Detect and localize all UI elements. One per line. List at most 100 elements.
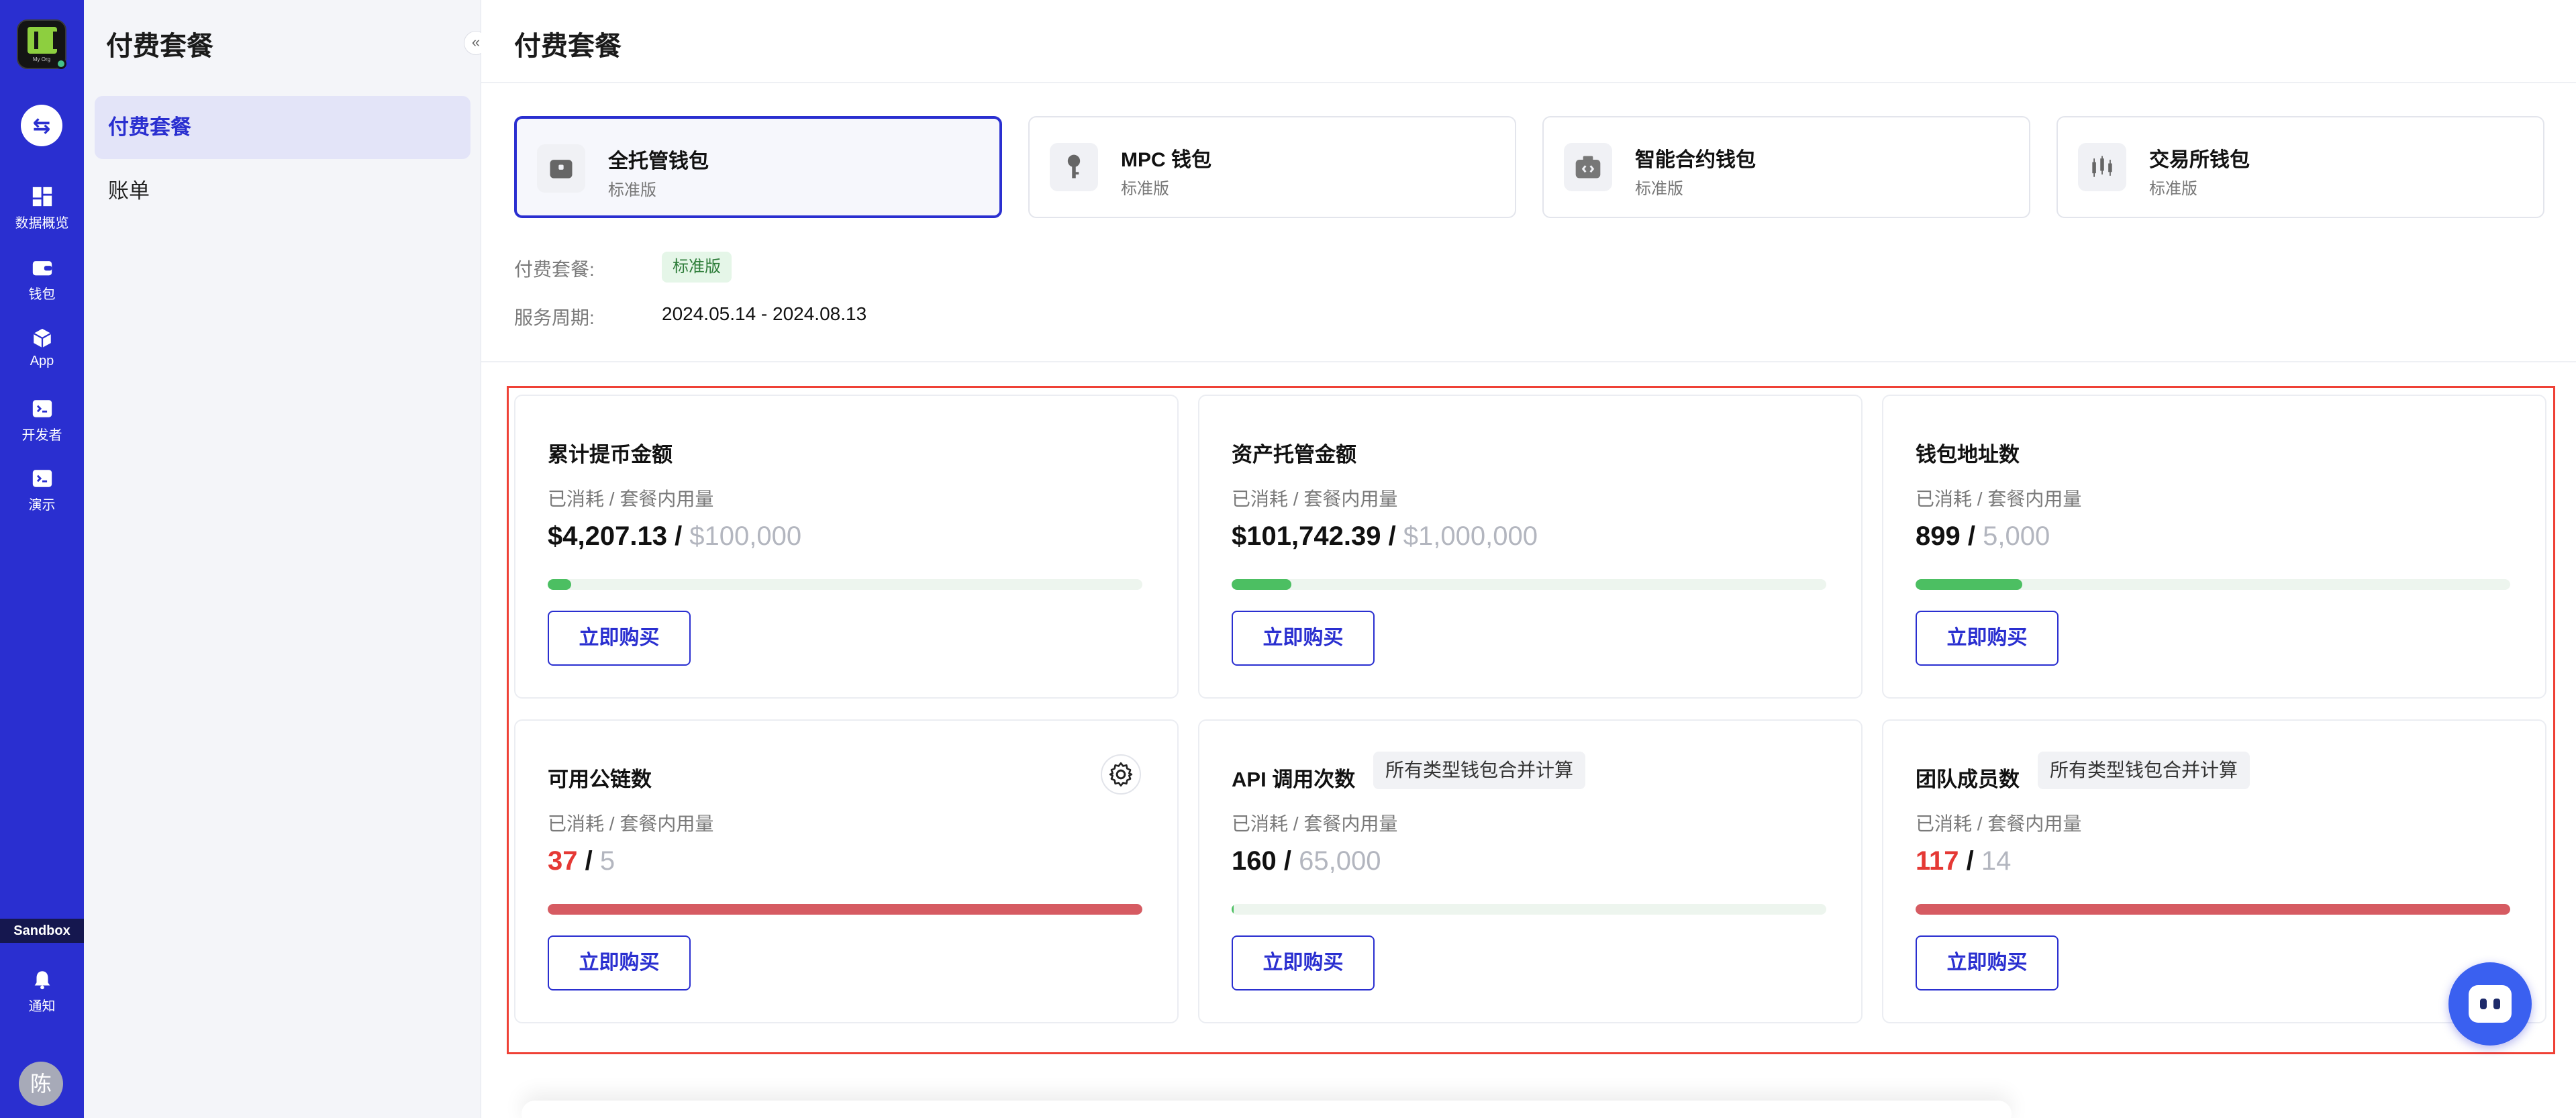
used-amount: 117 — [1916, 846, 1959, 876]
wallet-tab-edition: 标准版 — [1635, 180, 1683, 198]
rail-item-notifications[interactable]: 通知 — [0, 968, 84, 1015]
usage-progress-fill — [1916, 904, 2510, 915]
usage-card-custody-assets: 资产托管金额 已消耗 / 套餐内用量 $101,742.39 / $1,000,… — [1198, 395, 1863, 699]
rail-item-label: 钱包 — [28, 287, 56, 302]
logo-mark-icon — [28, 27, 57, 54]
assistant-bot-button[interactable] — [2448, 962, 2532, 1046]
tab-exchange-wallet[interactable]: 交易所钱包 标准版 — [2057, 116, 2544, 218]
key-icon — [1050, 143, 1098, 191]
page-title: 付费套餐 — [514, 32, 622, 61]
chain-settings-button[interactable] — [1101, 754, 1141, 795]
wallet-tab-name: 全托管钱包 — [608, 150, 709, 172]
buy-now-button[interactable]: 立即购买 — [1232, 611, 1375, 666]
separator: / — [1959, 846, 1981, 876]
app-rail: My Org ⇆ 数据概览 钱包 App 开发者 演示 Sandbox 通知 陈 — [0, 0, 84, 1118]
online-status-dot — [56, 58, 66, 69]
usage-value: 160 / 65,000 — [1232, 846, 1381, 876]
rail-item-demo[interactable]: 演示 — [0, 467, 84, 513]
usage-progress-fill — [1232, 579, 1291, 590]
plan-badge: 标准版 — [662, 252, 732, 283]
limit-amount: $1,000,000 — [1403, 521, 1538, 551]
card-subtitle: 已消耗 / 套餐内用量 — [1916, 813, 2082, 834]
usage-progress-fill — [1916, 579, 2023, 590]
buy-now-button[interactable]: 立即购买 — [1232, 935, 1375, 990]
limit-amount: 14 — [1981, 846, 2012, 876]
rail-item-wallet[interactable]: 钱包 — [0, 256, 84, 303]
used-amount: $101,742.39 — [1232, 521, 1381, 551]
card-subtitle: 已消耗 / 套餐内用量 — [1232, 489, 1398, 509]
tab-smart-contract-wallet[interactable]: 智能合约钱包 标准版 — [1542, 116, 2030, 218]
subnav-item-plans[interactable]: 付费套餐 — [95, 96, 470, 159]
buy-now-button[interactable]: 立即购买 — [548, 611, 691, 666]
usage-value: $101,742.39 / $1,000,000 — [1232, 521, 1538, 552]
usage-progress-bar — [1916, 904, 2510, 915]
usage-value: 37 / 5 — [548, 846, 615, 876]
org-logo[interactable]: My Org — [17, 19, 66, 69]
limit-amount: 5 — [599, 846, 615, 876]
used-amount: 160 — [1232, 846, 1277, 876]
rail-item-label: 开发者 — [21, 428, 62, 443]
card-title: 钱包地址数 — [1916, 443, 2020, 466]
usage-card-api-calls: API 调用次数 所有类型钱包合并计算 已消耗 / 套餐内用量 160 / 65… — [1198, 719, 1863, 1023]
rail-item-label: 通知 — [28, 999, 56, 1014]
usage-progress-bar — [548, 904, 1142, 915]
sandbox-badge: Sandbox — [0, 919, 84, 943]
rail-item-label: 演示 — [28, 498, 56, 513]
usage-progress-fill — [548, 904, 1142, 915]
used-amount: $4,207.13 — [548, 521, 667, 551]
combined-calc-tag: 所有类型钱包合并计算 — [2038, 752, 2250, 789]
tab-mpc-wallet[interactable]: MPC 钱包 标准版 — [1028, 116, 1516, 218]
robot-icon — [2469, 985, 2512, 1023]
terminal-icon — [32, 470, 52, 487]
contract-wallet-icon — [1564, 143, 1612, 191]
rail-item-label: App — [30, 354, 54, 368]
wallet-tab-edition: 标准版 — [2149, 180, 2197, 198]
plan-label: 付费套餐: — [514, 259, 595, 280]
terminal-icon — [32, 400, 52, 417]
card-subtitle: 已消耗 / 套餐内用量 — [548, 489, 714, 509]
secondary-nav: 付费套餐 « 付费套餐 账单 — [84, 0, 488, 1118]
separator: / — [1381, 521, 1403, 551]
candlestick-icon — [2078, 143, 2126, 191]
used-amount: 37 — [548, 846, 578, 876]
usage-progress-bar — [1232, 904, 1826, 915]
wallet-tab-edition: 标准版 — [608, 181, 656, 199]
dashboard-icon — [32, 187, 52, 207]
cube-icon — [33, 328, 51, 348]
avatar[interactable]: 陈 — [19, 1062, 63, 1106]
main-content: 付费套餐 全托管钱包 标准版 MPC 钱包 标准版 智能合约钱包 标准版 交易所… — [481, 0, 2576, 1118]
wallet-tab-edition: 标准版 — [1121, 180, 1169, 198]
buy-now-button[interactable]: 立即购买 — [548, 935, 691, 990]
subnav-item-billing[interactable]: 账单 — [95, 160, 470, 223]
usage-progress-bar — [548, 579, 1142, 590]
buy-now-button[interactable]: 立即购买 — [1916, 935, 2059, 990]
rail-item-app[interactable]: App — [0, 327, 84, 369]
combined-calc-tag: 所有类型钱包合并计算 — [1373, 752, 1586, 789]
bell-icon — [34, 971, 50, 990]
usage-card-team-members: 团队成员数 所有类型钱包合并计算 已消耗 / 套餐内用量 117 / 14 立即… — [1882, 719, 2546, 1023]
switch-org-button[interactable]: ⇆ — [21, 105, 62, 146]
divider — [481, 361, 2576, 362]
usage-progress-fill — [1232, 904, 1234, 915]
tab-custodial-wallet[interactable]: 全托管钱包 标准版 — [514, 116, 1002, 218]
card-title: 团队成员数 — [1916, 768, 2020, 791]
card-title: 可用公链数 — [548, 768, 652, 791]
rail-item-developer[interactable]: 开发者 — [0, 397, 84, 444]
subnav-title: 付费套餐 — [106, 32, 213, 61]
separator: / — [666, 521, 690, 551]
rail-item-label: 数据概览 — [15, 216, 69, 231]
card-subtitle: 已消耗 / 套餐内用量 — [548, 813, 714, 834]
used-amount: 899 — [1916, 521, 1961, 551]
bottom-panel-edge — [522, 1101, 2012, 1118]
limit-amount: 5,000 — [1983, 521, 2050, 551]
card-subtitle: 已消耗 / 套餐内用量 — [1232, 813, 1398, 834]
safe-icon — [537, 144, 585, 193]
period-label: 服务周期: — [514, 307, 595, 328]
usage-card-chains: 可用公链数 已消耗 / 套餐内用量 37 / 5 立即购买 — [514, 719, 1179, 1023]
rail-item-dashboard[interactable]: 数据概览 — [0, 185, 84, 232]
buy-now-button[interactable]: 立即购买 — [1916, 611, 2059, 666]
card-title: 资产托管金额 — [1232, 443, 1356, 466]
period-value: 2024.05.14 - 2024.08.13 — [662, 303, 867, 324]
wallet-tab-name: 智能合约钱包 — [1635, 149, 1756, 171]
usage-value: 117 / 14 — [1916, 846, 2011, 876]
